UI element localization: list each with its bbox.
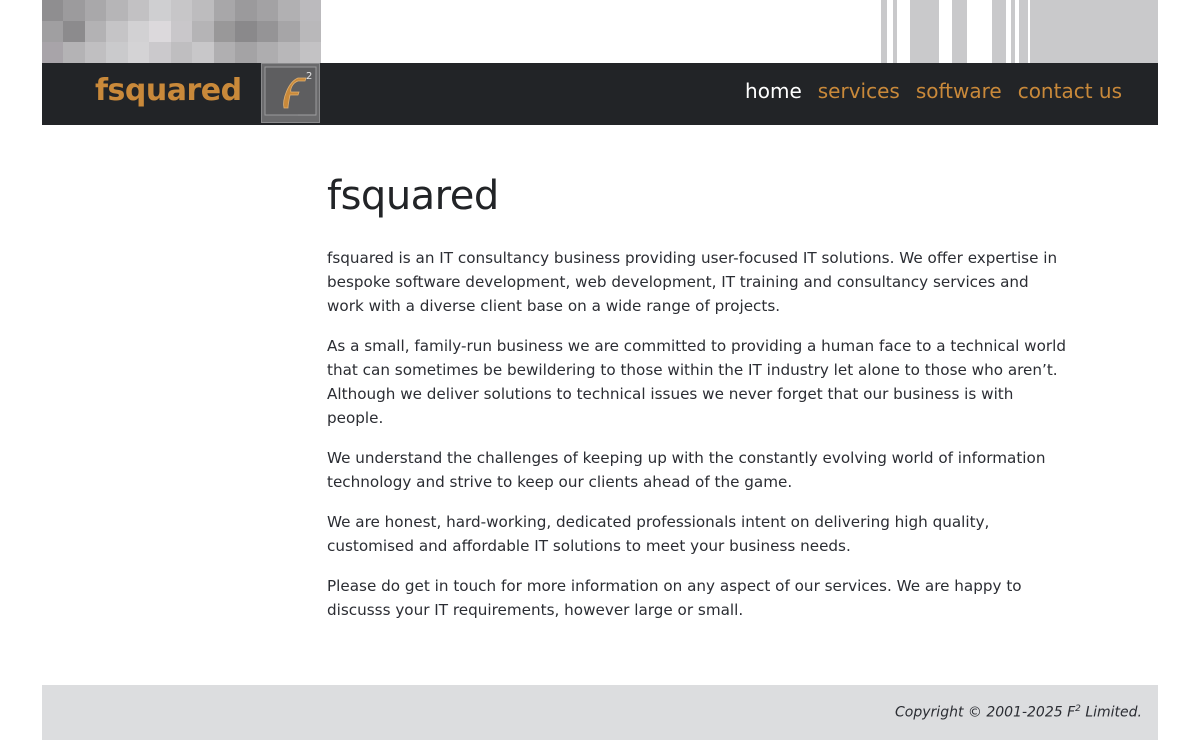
main-content: fsquared fsquared is an IT consultancy b…	[327, 172, 1067, 638]
logo-superscript: 2	[306, 71, 312, 82]
paragraph-contact: Please do get in touch for more informat…	[327, 577, 1022, 619]
copyright-prefix: Copyright © 2001-2025 F	[895, 704, 1076, 721]
paragraph-values: We are honest, hard-working, dedicated p…	[327, 513, 990, 555]
nav-contact-us[interactable]: contact us	[1018, 79, 1122, 103]
page-title: fsquared	[327, 173, 499, 219]
nav-services[interactable]: services	[818, 79, 900, 103]
pixel-mosaic-decoration	[42, 0, 321, 63]
f2-logo-icon: 2	[264, 66, 317, 116]
brand-name[interactable]: fsquared	[95, 73, 242, 108]
paragraph-intro: fsquared is an IT consultancy business p…	[327, 249, 1058, 315]
copyright-notice: Copyright © 2001-2025 F2 Limited.	[895, 704, 1142, 721]
top-banner	[42, 0, 1158, 63]
main-nav: home services software contact us	[745, 79, 1122, 103]
site-footer: Copyright © 2001-2025 F2 Limited.	[42, 685, 1158, 740]
page: fsquared 2 home services software contac…	[42, 0, 1158, 740]
nav-software[interactable]: software	[916, 79, 1002, 103]
copyright-suffix: Limited.	[1080, 704, 1142, 721]
site-header: fsquared 2 home services software contac…	[42, 63, 1158, 125]
paragraph-family-business: As a small, family-run business we are c…	[327, 337, 1067, 427]
nav-home[interactable]: home	[745, 79, 802, 103]
stripe-decoration	[881, 0, 1158, 63]
f2-logo[interactable]: 2	[261, 63, 320, 123]
paragraph-challenges: We understand the challenges of keeping …	[327, 449, 1046, 491]
